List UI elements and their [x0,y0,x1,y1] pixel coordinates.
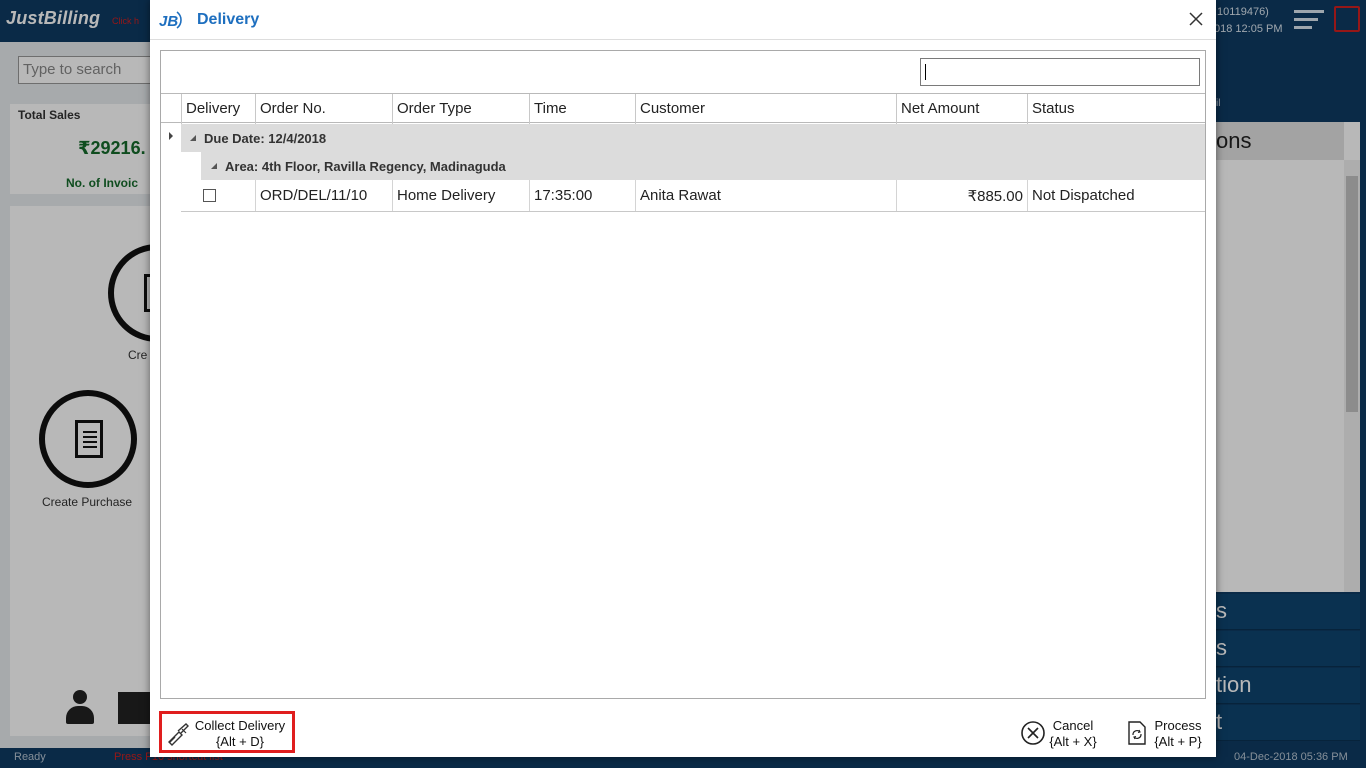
collapse-arrow-icon[interactable] [210,162,218,170]
checkbox-icon[interactable] [203,189,216,202]
cell-customer: Anita Rawat [635,180,896,211]
group-due-date-label: Due Date: 12/4/2018 [204,131,327,146]
cell-order-no: ORD/DEL/11/10 [255,180,392,211]
collect-delivery-button[interactable]: Collect Delivery {Alt + D} [159,711,295,753]
dialog-body: Delivery Order No. Order Type Time Custo… [160,50,1206,699]
collect-delivery-icon [168,723,189,746]
cell-delivery [181,180,255,211]
cell-order-type: Home Delivery [392,180,529,211]
cancel-shortcut: {Alt + X} [1049,734,1097,749]
cancel-label: Cancel [1052,718,1094,733]
logo-icon: JB [159,11,182,30]
cancel-icon [1021,721,1045,745]
column-net-amount[interactable]: Net Amount [896,94,1027,124]
close-icon[interactable] [1186,9,1206,29]
text-caret [925,64,926,80]
collapse-arrow-icon[interactable] [189,134,197,142]
dialog-header: JB Delivery [150,0,1216,40]
grid-search-input[interactable] [920,58,1200,86]
process-button[interactable]: Process {Alt + P} [1124,715,1208,755]
delivery-dialog: JB Delivery Delivery Order No. Order Typ… [150,0,1216,757]
cancel-button[interactable]: Cancel {Alt + X} [1018,715,1102,755]
cell-time: 17:35:00 [529,180,635,211]
column-order-no[interactable]: Order No. [255,94,392,124]
table-row[interactable]: ORD/DEL/11/10 Home Delivery 17:35:00 Ani… [181,180,1205,212]
grid-header: Delivery Order No. Order Type Time Custo… [161,93,1205,124]
column-delivery[interactable]: Delivery [181,94,255,124]
group-due-date[interactable]: Due Date: 12/4/2018 [181,124,1205,152]
process-icon [1128,721,1146,745]
column-customer[interactable]: Customer [635,94,896,124]
group-area-label: Area: 4th Floor, Ravilla Regency, Madina… [225,159,506,174]
svg-text:JB: JB [159,13,178,30]
dialog-title: Delivery [197,11,260,28]
process-shortcut: {Alt + P} [1154,734,1202,749]
column-time[interactable]: Time [529,94,635,124]
column-order-type[interactable]: Order Type [392,94,529,124]
collect-delivery-label: Collect Delivery [194,718,286,733]
group-area[interactable]: Area: 4th Floor, Ravilla Regency, Madina… [201,152,1205,180]
expand-arrow-icon[interactable] [167,131,175,141]
process-label: Process [1154,718,1202,733]
dialog-footer: Collect Delivery {Alt + D} Cancel {Alt +… [150,708,1216,757]
collect-delivery-shortcut: {Alt + D} [215,734,265,749]
cell-net-amount: ₹885.00 [896,180,1027,211]
column-status[interactable]: Status [1027,94,1205,124]
cell-status: Not Dispatched [1027,180,1205,211]
